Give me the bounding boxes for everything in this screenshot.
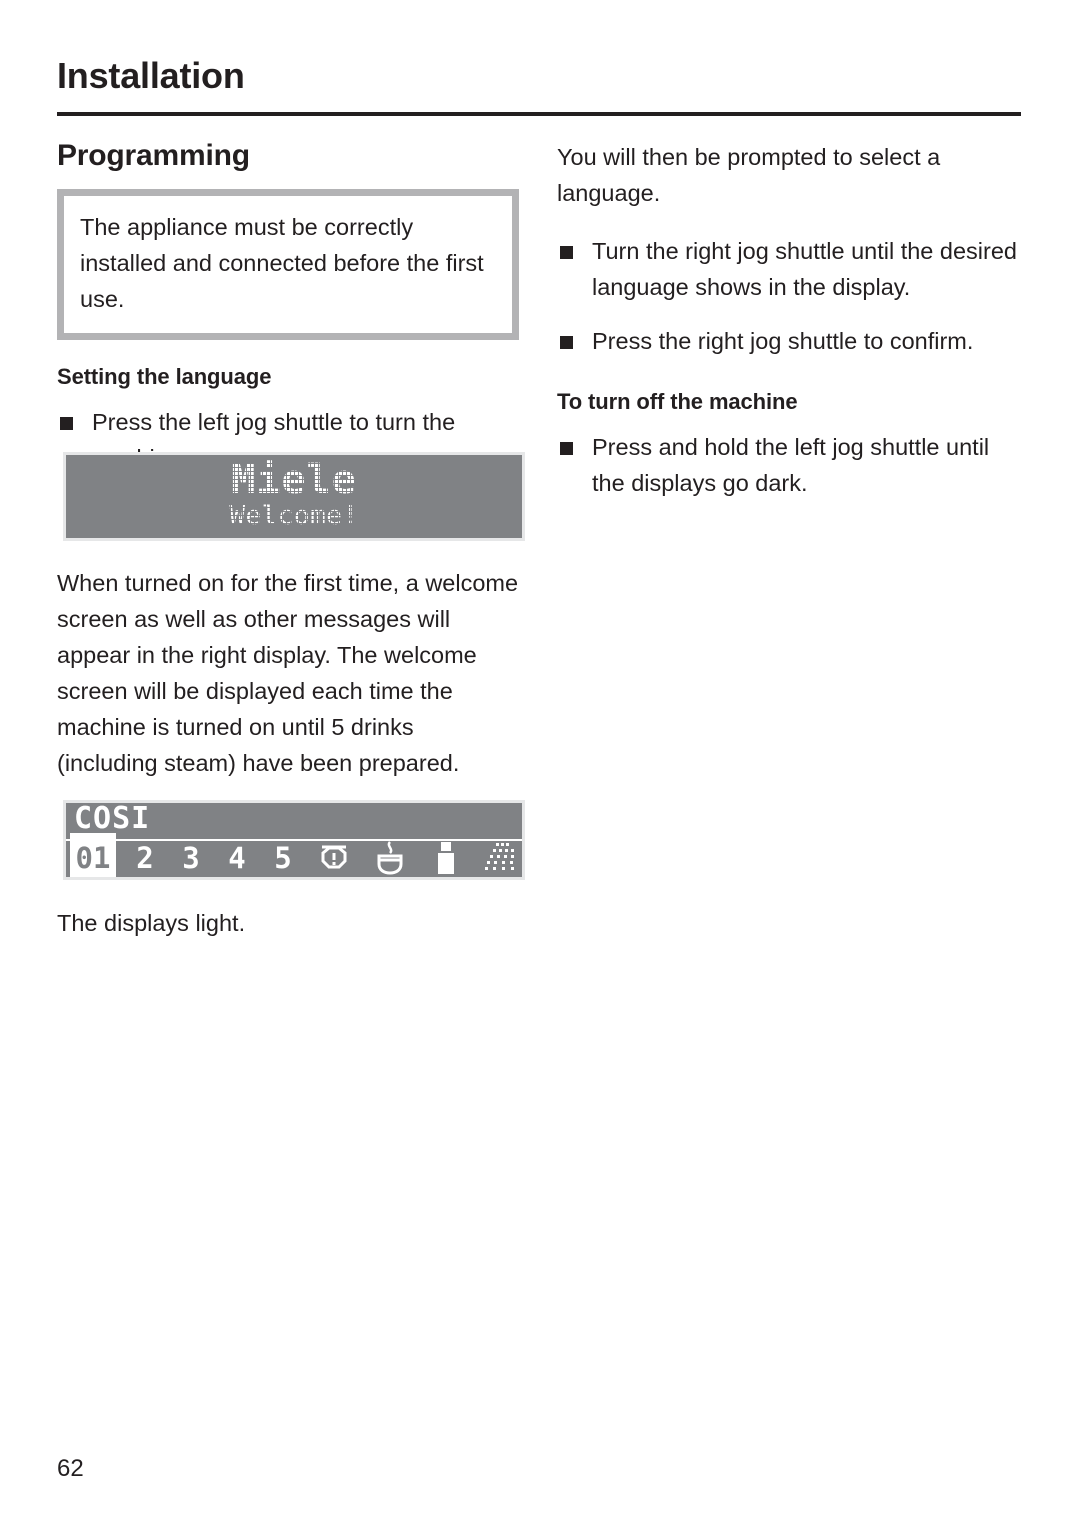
list-item: Turn the right jog shuttle until the des… <box>557 233 1019 305</box>
header-divider <box>57 112 1021 116</box>
list-item-text: Turn the right jog shuttle until the des… <box>592 238 1017 300</box>
list-item: Press the right jog shuttle to confirm. <box>557 323 1019 359</box>
chapter-title: Installation <box>57 55 245 96</box>
cup-icon[interactable] <box>362 836 418 877</box>
lcd-item-5[interactable]: 5 <box>260 836 306 877</box>
square-bullet-icon <box>560 246 573 259</box>
lcd-product-select-screen: COSI 01 2 3 4 5 <box>63 800 525 880</box>
note-box: The appliance must be correctly installe… <box>57 189 519 340</box>
portion-icon[interactable] <box>418 836 474 877</box>
lcd-item-3[interactable]: 3 <box>168 836 214 877</box>
paragraph-displays-light: The displays light. <box>57 910 246 936</box>
section-title-programming: Programming <box>57 139 250 172</box>
timer-icon[interactable] <box>306 836 362 877</box>
lcd-selected-item-01[interactable]: 01 <box>70 833 116 877</box>
lcd-item-4[interactable]: 4 <box>214 836 260 877</box>
page-number: 62 <box>57 1455 84 1482</box>
square-bullet-icon <box>560 442 573 455</box>
paragraph-select-language: You will then be prompted to select a la… <box>557 144 941 206</box>
square-bullet-icon <box>560 336 573 349</box>
lcd-greeting-text: Welcome! <box>229 501 359 531</box>
lcd-item-row: 01 2 3 4 5 <box>66 833 522 877</box>
right-bullet-list-2: Press and hold the left jog shuttle unti… <box>557 429 1019 501</box>
list-item-text: Press the right jog shuttle to confirm. <box>592 328 974 354</box>
left-column-continued: When turned on for the first time, a wel… <box>57 565 519 803</box>
lcd-item-2[interactable]: 2 <box>122 836 168 877</box>
square-bullet-icon <box>60 417 73 430</box>
right-bullet-list: Turn the right jog shuttle until the des… <box>557 233 1019 359</box>
left-column: Programming The appliance must be correc… <box>57 139 519 498</box>
note-box-text: The appliance must be correctly installe… <box>80 214 484 312</box>
left-column-footer-text: The displays light. <box>57 905 519 963</box>
document-page: Installation Programming The appliance m… <box>0 0 1080 1529</box>
subsection-title-turn-off-machine: To turn off the machine <box>557 389 798 414</box>
lcd-product-label: COSI <box>74 801 151 836</box>
subsection-title-setting-the-language: Setting the language <box>57 364 272 389</box>
lcd-brand-text: Miele <box>231 457 357 503</box>
paragraph-welcome-screen: When turned on for the first time, a wel… <box>57 570 519 776</box>
lcd-welcome-screen: Miele Welcome! <box>63 452 525 541</box>
list-item: Press and hold the left jog shuttle unti… <box>557 429 1019 501</box>
list-item-text: Press and hold the left jog shuttle unti… <box>592 434 990 496</box>
right-column: You will then be prompted to select a la… <box>557 139 1019 523</box>
rinse-icon[interactable] <box>474 836 522 877</box>
